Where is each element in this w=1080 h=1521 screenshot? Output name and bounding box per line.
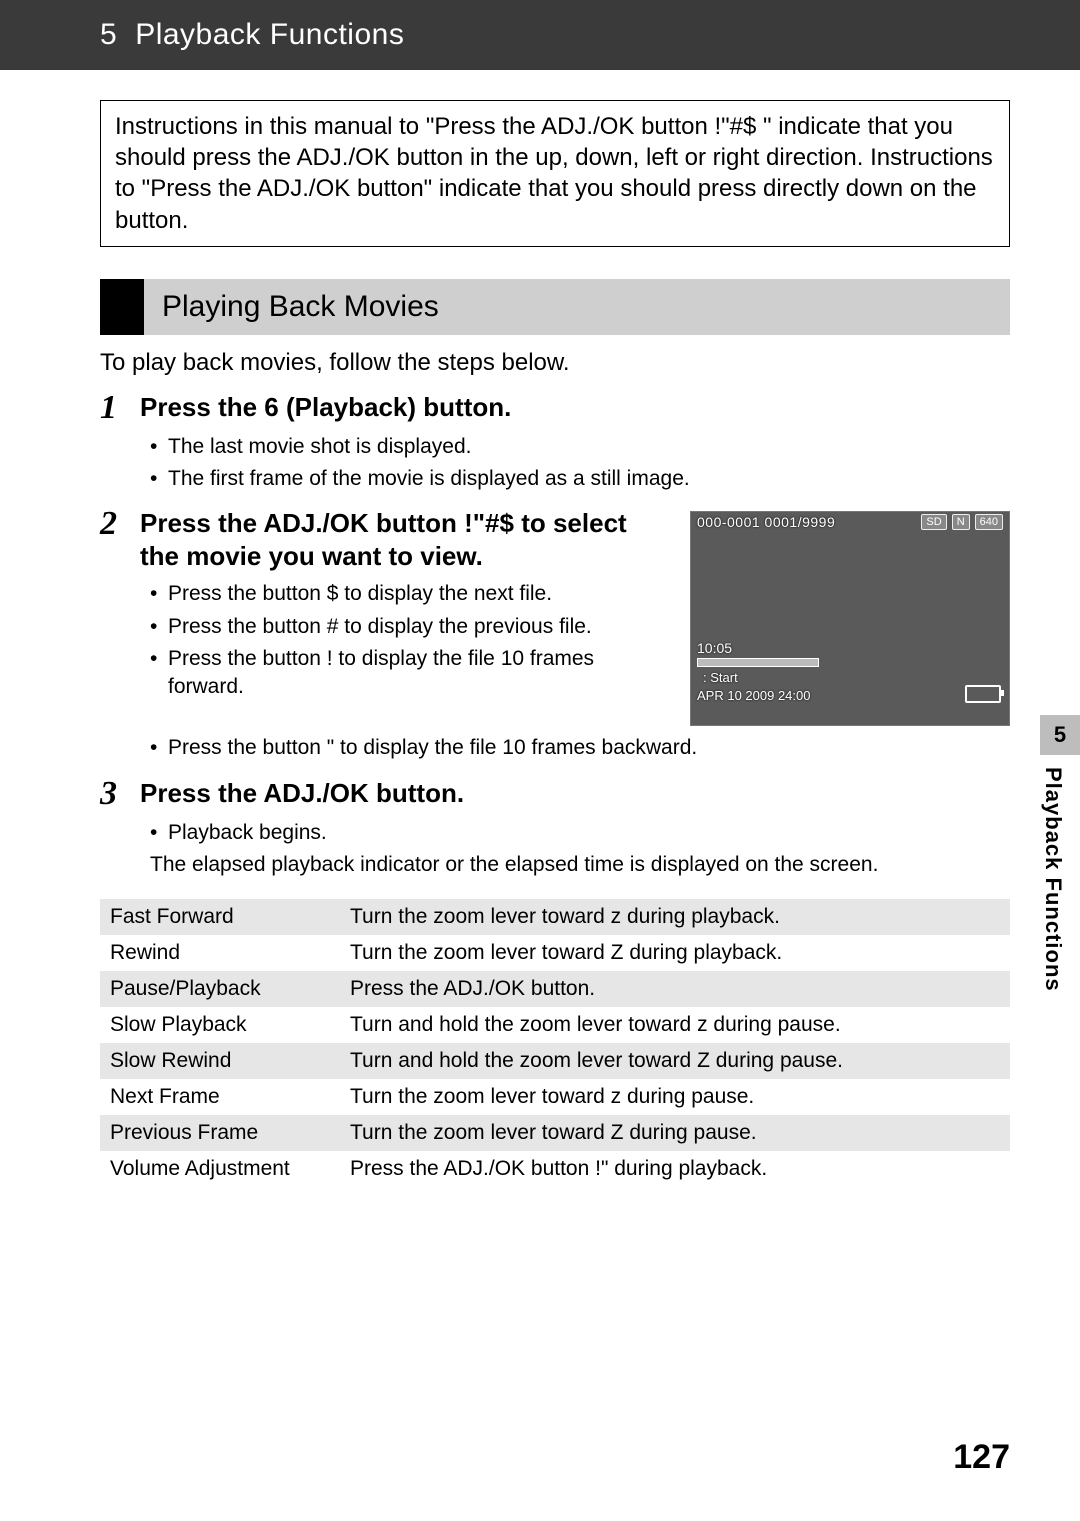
control-label: Slow Playback [100, 1007, 340, 1043]
control-label: Fast Forward [100, 899, 340, 935]
step-bullets-continued: Press the button " to display the file 1… [150, 734, 1010, 762]
step-number: 3 [100, 777, 140, 811]
n-badge: N [952, 514, 970, 530]
control-label: Rewind [100, 935, 340, 971]
control-desc: Press the ADJ./OK button. [340, 971, 1010, 1007]
table-row: Pause/PlaybackPress the ADJ./OK button. [100, 971, 1010, 1007]
bullet: The last movie shot is displayed. [150, 433, 1010, 461]
screen-file-counter: 000-0001 0001/9999 [697, 514, 835, 530]
side-tab-number: 5 [1040, 715, 1080, 755]
step-bullets: The last movie shot is displayed. The fi… [150, 433, 1010, 494]
bullet: Press the button ! to display the file 1… [150, 645, 672, 702]
table-row: Slow RewindTurn and hold the zoom lever … [100, 1043, 1010, 1079]
bullet: Press the button # to display the previo… [150, 613, 672, 641]
screen-start-label: : Start [703, 670, 738, 685]
section-lead: To play back movies, follow the steps be… [100, 349, 1010, 377]
page-number: 127 [953, 1438, 1010, 1477]
instruction-box: Instructions in this manual to "Press th… [100, 100, 1010, 247]
section-marker [100, 279, 144, 335]
control-label: Slow Rewind [100, 1043, 340, 1079]
screen-badges: SD N 640 [921, 514, 1003, 530]
battery-icon [965, 685, 1001, 703]
control-desc: Turn the zoom lever toward z during paus… [340, 1079, 1010, 1115]
step-title: Press the ADJ./OK button. [140, 777, 1010, 810]
control-desc: Turn the zoom lever toward Z during play… [340, 935, 1010, 971]
step-1: 1 Press the 6 (Playback) button. The las… [100, 391, 1010, 494]
playback-controls-table: Fast ForwardTurn the zoom lever toward z… [100, 899, 1010, 1187]
screen-elapsed-time: 10:05 [697, 640, 732, 656]
step-2: 2 Press the ADJ./OK button !"#$ to selec… [100, 507, 1010, 726]
table-row: Slow PlaybackTurn and hold the zoom leve… [100, 1007, 1010, 1043]
screen-progress-bar [697, 658, 819, 667]
step-title: Press the ADJ./OK button !"#$ to select … [140, 507, 672, 572]
side-tab-label: Playback Functions [1040, 755, 1066, 992]
table-row: RewindTurn the zoom lever toward Z durin… [100, 935, 1010, 971]
section-title: Playing Back Movies [144, 279, 1010, 335]
control-desc: Press the ADJ./OK button !" during playb… [340, 1151, 1010, 1187]
control-desc: Turn the zoom lever toward Z during paus… [340, 1115, 1010, 1151]
sd-badge: SD [921, 514, 946, 530]
step-bullets: Playback begins. [150, 819, 1010, 847]
size-badge: 640 [975, 514, 1003, 530]
step-3: 3 Press the ADJ./OK button. Playback beg… [100, 777, 1010, 880]
bullet: Press the button " to display the file 1… [150, 734, 1010, 762]
step-title: Press the 6 (Playback) button. [140, 391, 1010, 424]
table-row: Fast ForwardTurn the zoom lever toward z… [100, 899, 1010, 935]
chapter-header: 5 Playback Functions [0, 0, 1080, 70]
control-desc: Turn and hold the zoom lever toward Z du… [340, 1043, 1010, 1079]
step-number: 1 [100, 391, 140, 425]
control-label: Volume Adjustment [100, 1151, 340, 1187]
chapter-number: 5 [100, 18, 117, 51]
control-desc: Turn the zoom lever toward z during play… [340, 899, 1010, 935]
table-row: Next FrameTurn the zoom lever toward z d… [100, 1079, 1010, 1115]
bullet: Press the button $ to display the next f… [150, 580, 672, 608]
control-label: Previous Frame [100, 1115, 340, 1151]
table-row: Volume AdjustmentPress the ADJ./OK butto… [100, 1151, 1010, 1187]
camera-screen-preview: 000-0001 0001/9999 SD N 640 10:05 : Star… [690, 511, 1010, 726]
bullet: The first frame of the movie is displaye… [150, 465, 1010, 493]
chapter-title: Playback Functions [135, 18, 404, 51]
section-heading: Playing Back Movies [100, 279, 1010, 335]
step-bullets: Press the button $ to display the next f… [150, 580, 672, 701]
control-label: Pause/Playback [100, 971, 340, 1007]
bullet: Playback begins. [150, 819, 1010, 847]
step-number: 2 [100, 507, 140, 541]
control-label: Next Frame [100, 1079, 340, 1115]
step-note: The elapsed playback indicator or the el… [150, 851, 1010, 879]
screen-date: APR 10 2009 24:00 [697, 688, 810, 703]
control-desc: Turn and hold the zoom lever toward z du… [340, 1007, 1010, 1043]
side-tab: 5 Playback Functions [1040, 715, 1080, 1025]
table-row: Previous FrameTurn the zoom lever toward… [100, 1115, 1010, 1151]
